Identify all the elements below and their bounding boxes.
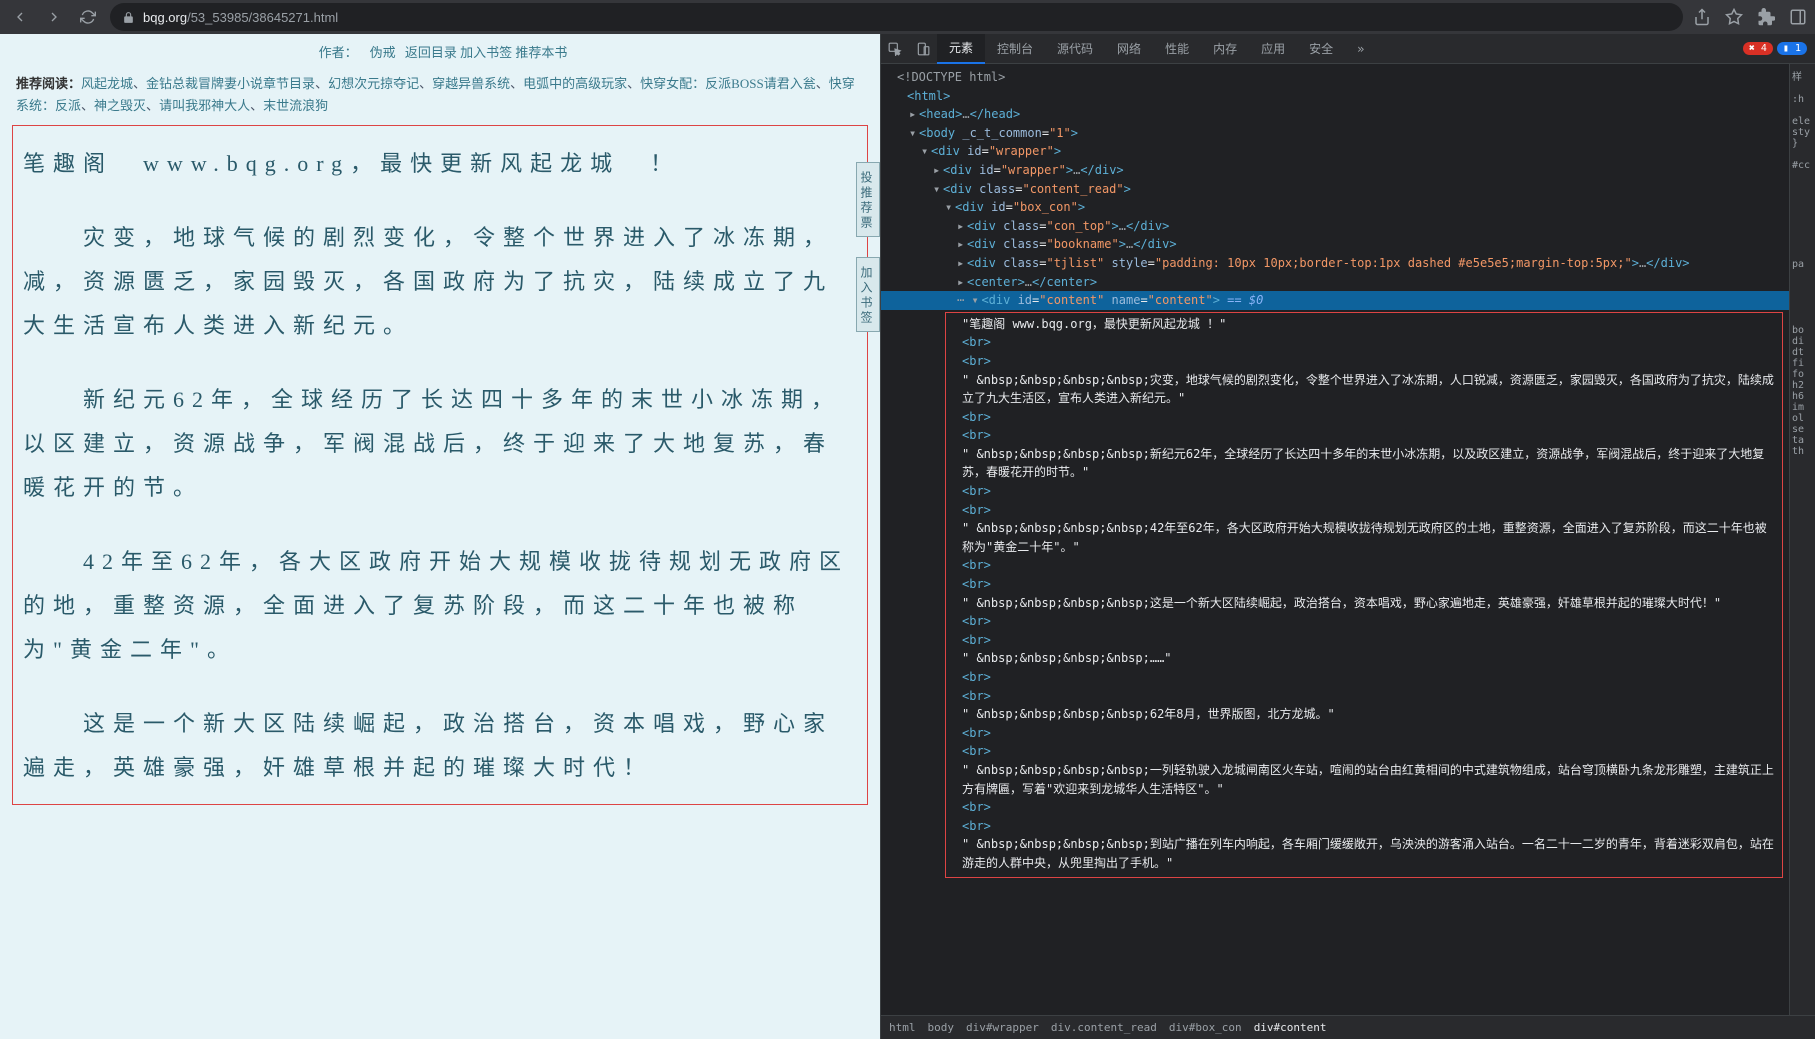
error-badge[interactable]: ✖ 4 <box>1743 42 1773 55</box>
dom-text-node[interactable]: <br> <box>950 668 1778 687</box>
recommend-book-link[interactable]: 推荐本书 <box>515 45 567 60</box>
dom-text-node[interactable]: " &nbsp;&nbsp;&nbsp;&nbsp;……" <box>950 649 1778 668</box>
recommend-link[interactable]: 幻想次元掠夺记 <box>328 76 419 91</box>
devtools-tab[interactable]: 内存 <box>1201 34 1249 64</box>
dom-text-node[interactable]: <br> <box>950 352 1778 371</box>
breadcrumb-item[interactable]: body <box>928 1021 955 1034</box>
devtools-panel: 元素控制台源代码网络性能内存应用安全 » ✖ 4 ▮ 1 <!DOCTYPE h… <box>880 34 1815 1039</box>
recommend-link[interactable]: 风起龙城 <box>81 76 133 91</box>
webpage-content: 作者： 伪戒 返回目录 加入书签 推荐本书 推荐阅读：风起龙城、金钻总裁冒牌妻小说… <box>0 34 880 1039</box>
share-icon[interactable] <box>1693 8 1711 26</box>
devtools-tab[interactable]: 性能 <box>1153 34 1201 64</box>
dom-text-node[interactable]: " &nbsp;&nbsp;&nbsp;&nbsp;灾变，地球气候的剧烈变化，令… <box>950 371 1778 408</box>
breadcrumb-item[interactable]: div#content <box>1254 1021 1327 1034</box>
dom-text-node[interactable]: <br> <box>950 482 1778 501</box>
dom-tree[interactable]: <!DOCTYPE html> <html> ▸<head>…</head> ▾… <box>881 64 1789 1015</box>
inspect-icon[interactable] <box>881 35 909 63</box>
dom-text-node[interactable]: " &nbsp;&nbsp;&nbsp;&nbsp;这是一个新大区陆续崛起，政治… <box>950 594 1778 613</box>
devtools-tab[interactable]: 网络 <box>1105 34 1153 64</box>
dom-text-node[interactable]: <br> <box>950 817 1778 836</box>
dom-text-node[interactable]: <br> <box>950 742 1778 761</box>
dom-text-node[interactable]: <br> <box>950 501 1778 520</box>
dom-text-node[interactable]: " &nbsp;&nbsp;&nbsp;&nbsp;到站广播在列车内响起，各车厢… <box>950 835 1778 872</box>
content-paragraph: 42年至62年，各大区政府开始大规模收拢待规划无政府区的地，重整资源，全面进入了… <box>23 540 857 672</box>
dom-text-node[interactable]: <br> <box>950 408 1778 427</box>
vote-button[interactable]: 投 推 荐 票 <box>856 162 880 237</box>
devtools-tab[interactable]: 源代码 <box>1045 34 1105 64</box>
breadcrumb-item[interactable]: div#wrapper <box>966 1021 1039 1034</box>
float-bookmark-button[interactable]: 加 入 书 签 <box>856 257 880 332</box>
browser-toolbar: bqg.org/53_53985/38645271.html <box>0 0 1815 34</box>
dom-text-node[interactable]: <br> <box>950 556 1778 575</box>
breadcrumb-item[interactable]: div.content_read <box>1051 1021 1157 1034</box>
recommend-label: 推荐阅读： <box>16 76 81 91</box>
selected-dom-node[interactable]: ⋯ ▾<div id="content" name="content"> == … <box>881 291 1789 310</box>
add-bookmark-link[interactable]: 加入书签 <box>460 45 512 60</box>
reload-button[interactable] <box>76 5 100 29</box>
recommend-link[interactable]: 末世流浪狗 <box>263 98 328 113</box>
dom-breadcrumb[interactable]: html body div#wrapper div.content_read div#b… <box>881 1015 1815 1039</box>
devtools-tab[interactable]: 安全 <box>1297 34 1345 64</box>
dom-text-node[interactable]: <br> <box>950 798 1778 817</box>
devtools-tab[interactable]: 控制台 <box>985 34 1045 64</box>
forward-button[interactable] <box>42 5 66 29</box>
recommend-link[interactable]: 穿越异兽系统 <box>432 76 510 91</box>
tab-overflow[interactable]: » <box>1345 34 1376 64</box>
devtools-tab[interactable]: 应用 <box>1249 34 1297 64</box>
recommend-link[interactable]: 快穿女配：反派BOSS请君入瓮 <box>640 76 816 91</box>
devtools-tab[interactable]: 元素 <box>937 34 985 64</box>
breadcrumb-item[interactable]: html <box>889 1021 916 1034</box>
dom-text-node[interactable]: <br> <box>950 333 1778 352</box>
content-paragraph: 笔趣阁 www.bqg.org，最快更新风起龙城 ！ <box>23 142 857 186</box>
dom-text-node[interactable]: <br> <box>950 612 1778 631</box>
bookmark-star-icon[interactable] <box>1725 8 1743 26</box>
recommend-link[interactable]: 电弧中的高级玩家 <box>523 76 627 91</box>
chapter-content: 笔趣阁 www.bqg.org，最快更新风起龙城 ！ 灾变，地球气候的剧烈变化，… <box>12 125 868 805</box>
author-name: 伪戒 <box>370 45 396 60</box>
recommend-link[interactable]: 请叫我邪神大人 <box>159 98 250 113</box>
dom-text-node[interactable]: " &nbsp;&nbsp;&nbsp;&nbsp;62年8月，世界版图，北方龙… <box>950 705 1778 724</box>
styles-sidebar[interactable]: 样 :h ele sty } #cc pa bo di dt fi fo h2 … <box>1789 64 1815 1015</box>
dom-text-node[interactable]: <br> <box>950 724 1778 743</box>
chapter-meta: 作者： 伪戒 返回目录 加入书签 推荐本书 <box>10 34 870 69</box>
dom-text-node[interactable]: " &nbsp;&nbsp;&nbsp;&nbsp;42年至62年，各大区政府开… <box>950 519 1778 556</box>
dom-text-nodes: "笔趣阁 www.bqg.org，最快更新风起龙城 ！"<br><br>" &n… <box>945 312 1783 878</box>
device-icon[interactable] <box>909 35 937 63</box>
content-paragraph: 这是一个新大区陆续崛起，政治搭台，资本唱戏，野心家遍走，英雄豪强，奸雄草根并起的… <box>23 702 857 790</box>
dom-text-node[interactable]: <br> <box>950 426 1778 445</box>
dom-text-node[interactable]: " &nbsp;&nbsp;&nbsp;&nbsp;一列轻轨驶入龙城闸南区火车站… <box>950 761 1778 798</box>
lock-icon <box>122 11 135 24</box>
dom-text-node[interactable]: <br> <box>950 575 1778 594</box>
sidepanel-icon[interactable] <box>1789 8 1807 26</box>
dom-text-node[interactable]: " &nbsp;&nbsp;&nbsp;&nbsp;新纪元62年，全球经历了长达… <box>950 445 1778 482</box>
back-index-link[interactable]: 返回目录 <box>405 45 457 60</box>
url-bar[interactable]: bqg.org/53_53985/38645271.html <box>110 3 1683 31</box>
doctype-node: <!DOCTYPE html> <box>897 70 1005 84</box>
dom-text-node[interactable]: <br> <box>950 631 1778 650</box>
breadcrumb-item[interactable]: div#box_con <box>1169 1021 1242 1034</box>
dom-text-node[interactable]: "笔趣阁 www.bqg.org，最快更新风起龙城 ！" <box>950 315 1778 334</box>
url-text: bqg.org/53_53985/38645271.html <box>143 10 338 25</box>
back-button[interactable] <box>8 5 32 29</box>
recommend-row: 推荐阅读：风起龙城、金钻总裁冒牌妻小说章节目录、幻想次元掠夺记、穿越异兽系统、电… <box>10 69 870 121</box>
devtools-tabs: 元素控制台源代码网络性能内存应用安全 » ✖ 4 ▮ 1 <box>881 34 1815 64</box>
extensions-icon[interactable] <box>1757 8 1775 26</box>
content-paragraph: 新纪元62年，全球经历了长达四十多年的末世小冰冻期，以区建立，资源战争，军阀混战… <box>23 378 857 510</box>
author-label: 作者： <box>319 45 358 60</box>
info-badge[interactable]: ▮ 1 <box>1777 42 1807 55</box>
content-paragraph: 灾变，地球气候的剧烈变化，令整个世界进入了冰冻期，减，资源匮乏，家园毁灭，各国政… <box>23 216 857 348</box>
dom-text-node[interactable]: <br> <box>950 687 1778 706</box>
recommend-link[interactable]: 神之毁灭 <box>94 98 146 113</box>
recommend-link[interactable]: 金钻总裁冒牌妻小说章节目录 <box>146 76 315 91</box>
